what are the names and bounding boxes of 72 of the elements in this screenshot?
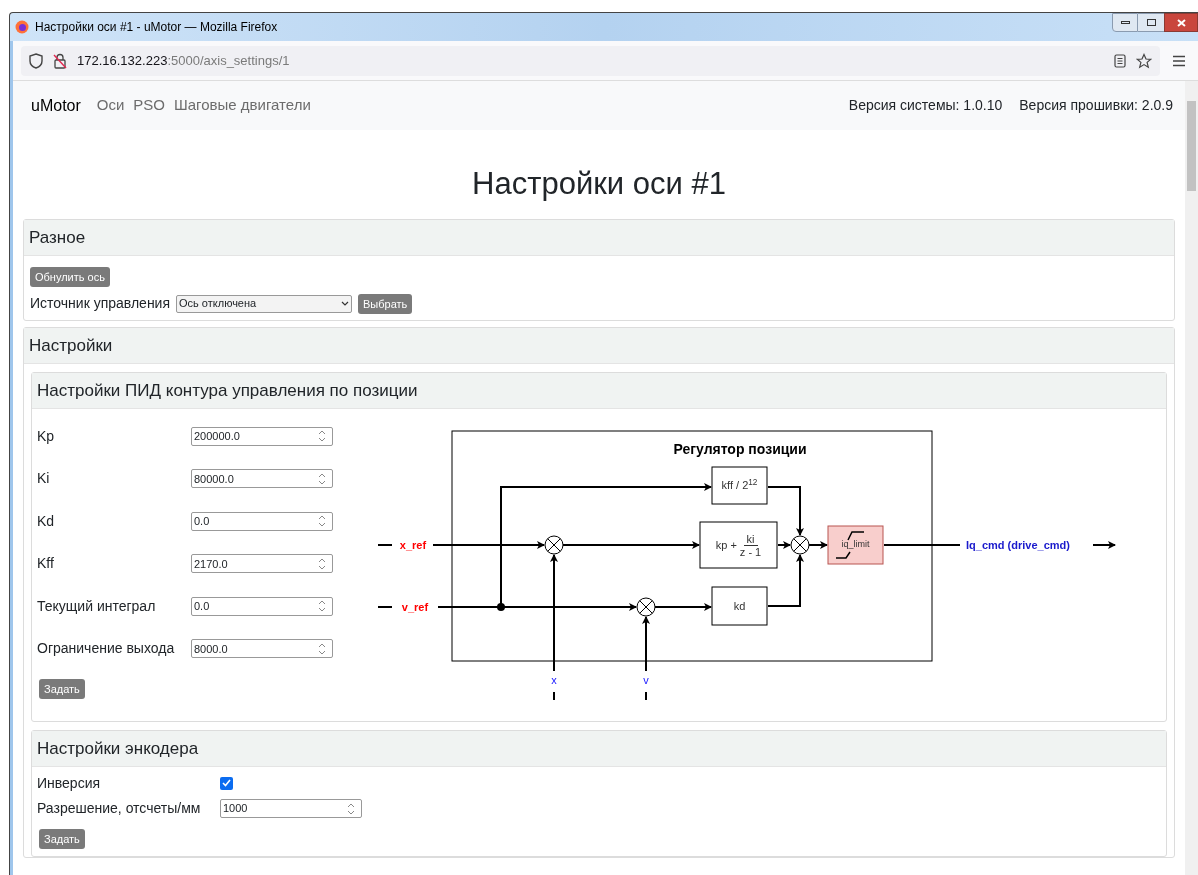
field-label: Ki [37,469,51,489]
number-field[interactable]: 1000 [220,799,362,818]
spinner-icon[interactable] [318,642,326,655]
field-label: Ограничение выхода [37,639,176,659]
section-title: Настройки ПИД контура управления по позиции [37,379,418,402]
signal-line [377,606,393,608]
section-title: Настройки [29,334,113,357]
minimize-button[interactable] [1112,13,1138,32]
feedback-label: v [643,674,649,686]
field-label: Текущий интеграл [37,596,157,616]
section-title: Настройки энкодера [37,737,199,760]
submit-button[interactable]: Задать [39,829,85,849]
inversion-checkbox[interactable] [220,776,233,790]
signal-line [808,541,828,549]
nav-link[interactable]: PSO [133,94,166,117]
close-button[interactable] [1164,13,1198,32]
number-field[interactable]: 0.0 [191,596,333,616]
block-label: iq_limit [841,538,870,552]
field-label: Kd [37,511,56,531]
brand-link[interactable]: uMotor [31,93,81,118]
input-label: v_ref [401,601,429,613]
version-text: Версия прошивки: 2.0.9 [1019,96,1173,115]
shield-icon[interactable] [29,52,43,69]
field-label: Источник управления [30,294,170,313]
section-title: Разное [29,226,86,249]
insecure-lock-icon[interactable] [53,52,67,69]
number-field[interactable]: 200000.0 [191,426,333,446]
nav-link[interactable]: Оси [96,94,125,117]
number-field[interactable]: 2170.0 [191,554,333,574]
window-title: Настройки оси #1 - uMotor — Mozilla Firefox [35,19,278,36]
summing-junction [790,535,810,555]
block-label: kd [733,598,746,614]
browser-logo-icon [15,20,29,34]
spinner-icon[interactable] [318,515,326,528]
diagram-title: Регулятор позиции [673,441,807,457]
signal-line [377,544,393,546]
junction-dot [497,603,505,611]
bookmark-star-icon[interactable] [1136,52,1152,69]
number-field[interactable]: 8000.0 [191,639,333,659]
check-icon [222,779,231,787]
submit-button[interactable]: Задать [39,679,85,699]
maximize-button[interactable] [1138,13,1164,32]
page-title: Настройки оси #1 [471,165,727,203]
number-field[interactable]: 80000.0 [191,469,333,489]
signal-line [1092,541,1116,549]
reader-view-icon[interactable] [1114,53,1126,68]
spinner-icon[interactable] [318,472,326,485]
nav-link[interactable]: Шаговые двигатели [174,94,311,117]
spinner-icon[interactable] [318,600,326,613]
summing-junction [636,597,656,617]
reset-axis-button[interactable]: Обнулить ось [30,267,110,287]
spinner-icon[interactable] [318,557,326,570]
field-label: Разрешение, отсчеты/мм [37,799,202,818]
version-text: Версия системы: 1.0.10 [848,96,1003,115]
field-label: Kff [37,554,55,574]
address-bar[interactable]: 172.16.132.223:5000/axis_settings/1 [21,45,1160,76]
url-text: 172.16.132.223:5000/axis_settings/1 [77,51,290,70]
number-field[interactable]: 0.0 [191,511,333,531]
input-label: x_ref [399,539,427,551]
select-button[interactable]: Выбрать [358,293,413,314]
output-label: Iq_cmd (drive_cmd) [966,539,1070,551]
spinner-icon[interactable] [318,430,326,443]
chevron-down-icon [341,301,349,306]
feedback-label: x [551,674,557,686]
summing-junction [544,535,564,555]
block-label: kff / 2$^{12}$ [721,477,758,494]
field-label: Инверсия [37,773,102,793]
spinner-icon[interactable] [347,802,355,815]
close-icon [1176,18,1186,27]
menu-icon[interactable] [1172,54,1186,67]
source-select[interactable]: Ось отключена [176,294,352,313]
field-label: Kp [37,426,56,446]
